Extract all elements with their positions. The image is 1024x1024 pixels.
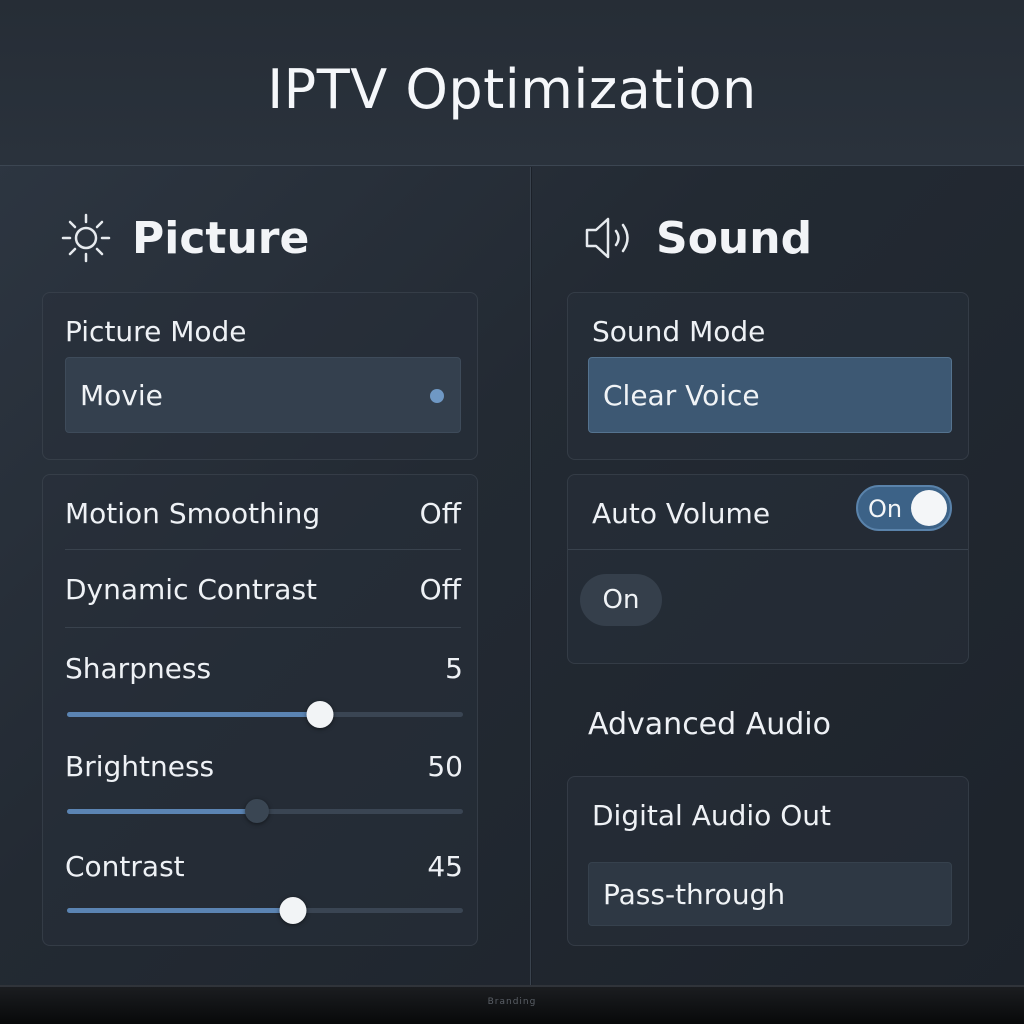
- dynamic-contrast-row[interactable]: Dynamic Contrast Off: [65, 551, 461, 627]
- sound-section-heading: Sound: [582, 208, 812, 268]
- auto-volume-card: Auto Volume On On: [567, 474, 969, 664]
- sharpness-slider-fill: [67, 712, 321, 717]
- tv-bezel: Branding: [0, 985, 1024, 1024]
- column-divider: [530, 167, 532, 985]
- contrast-label: Contrast: [65, 849, 185, 883]
- picture-mode-value: Movie: [80, 378, 163, 412]
- speaker-icon: [582, 212, 638, 264]
- sharpness-value: 5: [445, 651, 463, 685]
- motion-smoothing-value: Off: [419, 496, 461, 530]
- motion-smoothing-label: Motion Smoothing: [65, 496, 321, 530]
- picture-mode-card: Picture Mode Movie: [42, 292, 478, 460]
- contrast-slider-handle[interactable]: [279, 897, 307, 924]
- sound-mode-value: Clear Voice: [603, 378, 760, 412]
- toggle-knob: [911, 490, 947, 526]
- sun-icon: [60, 212, 112, 264]
- digital-audio-out-value: Pass-through: [603, 877, 786, 911]
- sharpness-label: Sharpness: [65, 651, 212, 685]
- sharpness-slider-handle[interactable]: [306, 701, 334, 728]
- brightness-slider-handle[interactable]: [245, 799, 270, 823]
- digital-audio-out-label: Digital Audio Out: [592, 799, 831, 832]
- picture-heading: Picture: [132, 212, 310, 264]
- picture-settings-card: Motion Smoothing Off Dynamic Contrast Of…: [42, 474, 478, 946]
- tv-screen: IPTV Optimization Picture Picture Mode M…: [0, 0, 1024, 985]
- contrast-row: Contrast 45: [65, 831, 463, 901]
- picture-section-heading: Picture: [60, 208, 309, 268]
- contrast-slider[interactable]: [67, 897, 463, 924]
- auto-volume-toggle-text: On: [868, 495, 903, 523]
- row-divider: [65, 627, 461, 628]
- motion-smoothing-row[interactable]: Motion Smoothing Off: [65, 475, 461, 551]
- sharpness-row: Sharpness 5: [65, 633, 463, 703]
- sound-mode-card: Sound Mode Clear Voice: [567, 292, 969, 460]
- digital-audio-out-select[interactable]: Pass-through: [588, 862, 952, 926]
- brightness-row: Brightness 50: [65, 731, 463, 801]
- brand-logo: Branding: [487, 997, 537, 1007]
- selected-dot-icon: [430, 389, 444, 403]
- dynamic-contrast-value: Off: [419, 572, 461, 606]
- auto-volume-toggle[interactable]: On: [856, 485, 952, 531]
- row-divider: [568, 549, 968, 550]
- row-divider: [65, 549, 461, 550]
- digital-audio-card: Digital Audio Out Pass-through: [567, 776, 969, 946]
- page-title: IPTV Optimization: [267, 58, 757, 121]
- sharpness-slider[interactable]: [67, 701, 463, 728]
- sound-mode-label: Sound Mode: [592, 315, 766, 348]
- brightness-slider[interactable]: [67, 799, 463, 823]
- on-button[interactable]: On: [580, 574, 662, 626]
- header: IPTV Optimization: [0, 0, 1024, 166]
- sound-heading: Sound: [656, 212, 813, 264]
- picture-mode-label: Picture Mode: [65, 315, 247, 348]
- contrast-slider-fill: [67, 908, 293, 913]
- brightness-value: 50: [427, 749, 463, 783]
- brightness-slider-fill: [67, 809, 258, 814]
- contrast-value: 45: [427, 849, 463, 883]
- brightness-label: Brightness: [65, 749, 215, 783]
- auto-volume-label: Auto Volume: [592, 496, 771, 530]
- advanced-audio-heading: Advanced Audio: [588, 707, 831, 742]
- picture-mode-select[interactable]: Movie: [65, 357, 461, 433]
- sound-mode-select[interactable]: Clear Voice: [588, 357, 952, 433]
- dynamic-contrast-label: Dynamic Contrast: [65, 572, 318, 606]
